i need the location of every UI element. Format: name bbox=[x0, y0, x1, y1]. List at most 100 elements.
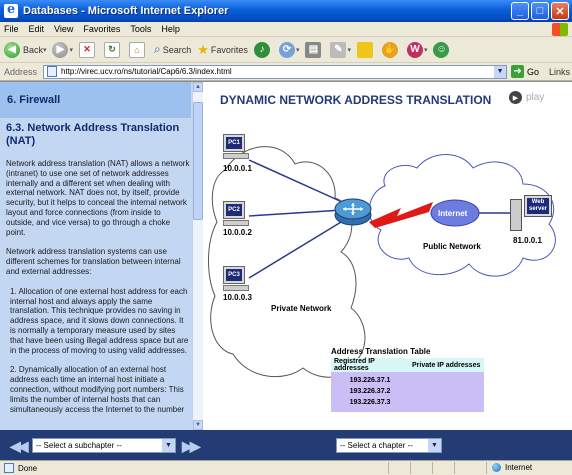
pc3-name: PC3 bbox=[226, 269, 242, 281]
next-icon[interactable]: ▶▶ bbox=[182, 438, 200, 455]
address-label: Address bbox=[4, 66, 38, 77]
go-arrow-icon: ➜ bbox=[511, 65, 525, 78]
pc3-ip: 10.0.0.3 bbox=[223, 293, 252, 302]
page-icon bbox=[47, 66, 58, 77]
messenger-icon: ✋ bbox=[381, 41, 398, 58]
printer-icon: ▤ bbox=[305, 41, 322, 58]
history-dropdown-icon[interactable]: ▾ bbox=[296, 46, 300, 54]
private-network-label: Private Network bbox=[271, 304, 332, 313]
menu-favorites[interactable]: Favorites bbox=[83, 24, 120, 34]
address-url[interactable]: http://virec.ucv.ro/ns/tutorial/Cap6/6.3… bbox=[61, 67, 232, 76]
table-row: 193.226.37.3 bbox=[331, 397, 484, 408]
scroll-up-icon[interactable]: ▲ bbox=[193, 82, 203, 92]
home-button[interactable]: ⌂ bbox=[129, 41, 148, 58]
status-text: Done bbox=[18, 463, 38, 473]
registered-ip: 193.226.37.1 bbox=[349, 377, 391, 384]
forward-arrow-icon: ▶ bbox=[52, 41, 69, 58]
header-private: Private IP addresses bbox=[412, 361, 481, 369]
folder-button[interactable] bbox=[356, 41, 376, 58]
registered-ip: 193.226.37.3 bbox=[349, 399, 391, 406]
registered-ip: 193.226.37.2 bbox=[349, 388, 391, 395]
edit-button[interactable]: ✎ ▾ bbox=[330, 41, 351, 58]
left-scrollbar[interactable]: ▲ ▼ bbox=[192, 82, 203, 430]
zone-label: Internet bbox=[505, 463, 533, 472]
star-icon: ★ bbox=[197, 41, 209, 57]
research-button[interactable]: W ▾ bbox=[406, 41, 428, 58]
refresh-icon: ↻ bbox=[104, 41, 120, 58]
users-button[interactable]: ☺ bbox=[433, 41, 452, 58]
subchapter-select-value: -- Select a subchapter -- bbox=[36, 441, 122, 450]
favorites-label: Favorites bbox=[210, 44, 248, 55]
edit-icon: ✎ bbox=[330, 41, 347, 58]
wan-link-icon bbox=[369, 202, 433, 228]
print-button[interactable]: ▤ bbox=[305, 41, 324, 58]
menu-help[interactable]: Help bbox=[161, 24, 180, 34]
paragraph: 1. Allocation of one external host addre… bbox=[10, 286, 189, 355]
go-label: Go bbox=[527, 66, 540, 77]
private-network-cloud bbox=[208, 146, 366, 378]
pc1-name: PC1 bbox=[226, 137, 242, 149]
users-icon: ☺ bbox=[433, 41, 450, 58]
translation-table-title: Address Translation Table bbox=[331, 347, 431, 356]
back-label: Back bbox=[23, 44, 44, 55]
chapter-dropdown-icon[interactable]: ▼ bbox=[428, 439, 441, 452]
previous-icon[interactable]: ◀◀ bbox=[10, 438, 28, 455]
page-done-icon bbox=[4, 463, 14, 473]
server-label-line2: server bbox=[528, 206, 548, 212]
translation-table: Registred IP addresses Private IP addres… bbox=[331, 358, 484, 412]
go-button[interactable]: ➜ Go bbox=[511, 65, 539, 78]
header-registered: Registred IP addresses bbox=[334, 358, 375, 372]
close-button[interactable]: ✕ bbox=[551, 2, 569, 20]
history-button[interactable]: ⟳ ▾ bbox=[278, 41, 300, 58]
pc2-name: PC2 bbox=[226, 204, 242, 216]
media-button[interactable]: ♪ bbox=[253, 41, 273, 58]
chapter-heading: 6. Firewall bbox=[0, 82, 191, 118]
section-body: Network address translation (NAT) allows… bbox=[6, 159, 190, 424]
menu-bar: File Edit View Favorites Tools Help bbox=[0, 22, 572, 37]
internet-label: Internet bbox=[438, 209, 468, 218]
scroll-thumb[interactable] bbox=[193, 102, 203, 220]
subchapter-select[interactable]: -- Select a subchapter -- ▼ bbox=[32, 438, 176, 453]
link-pc3-router bbox=[248, 215, 352, 279]
paragraph: 2. Dynamically allocation of an external… bbox=[10, 365, 185, 414]
back-button[interactable]: ◀ Back ▾ bbox=[4, 41, 47, 58]
paragraph: Network address translation systems can … bbox=[6, 247, 181, 276]
menu-edit[interactable]: Edit bbox=[29, 24, 45, 34]
chapter-select[interactable]: -- Select a chapter -- ▼ bbox=[336, 438, 442, 453]
title-bar: Databases - Microsoft Internet Explorer … bbox=[0, 0, 572, 22]
status-bar: Done Internet bbox=[0, 460, 572, 475]
favorites-button[interactable]: ★ Favorites bbox=[197, 42, 248, 58]
edit-dropdown-icon[interactable]: ▾ bbox=[347, 46, 351, 54]
windows-logo-icon bbox=[552, 23, 568, 36]
back-arrow-icon: ◀ bbox=[4, 41, 20, 58]
research-dropdown-icon[interactable]: ▾ bbox=[424, 46, 428, 54]
link-pc2-router bbox=[248, 209, 344, 217]
menu-file[interactable]: File bbox=[4, 24, 19, 34]
forward-dropdown-icon[interactable]: ▾ bbox=[69, 46, 73, 54]
left-frame: 6. Firewall 6.3. Network Address Transla… bbox=[0, 82, 203, 430]
research-icon: W bbox=[406, 41, 423, 58]
links-button[interactable]: Links bbox=[549, 67, 570, 77]
address-input[interactable]: http://virec.ucv.ro/ns/tutorial/Cap6/6.3… bbox=[43, 64, 508, 79]
link-pc1-router bbox=[248, 159, 352, 207]
address-dropdown-icon[interactable]: ▼ bbox=[494, 65, 507, 78]
subchapter-dropdown-icon[interactable]: ▼ bbox=[162, 439, 175, 452]
back-dropdown-icon[interactable]: ▾ bbox=[41, 46, 47, 54]
scroll-down-icon[interactable]: ▼ bbox=[193, 420, 203, 430]
ie-icon bbox=[4, 2, 18, 18]
maximize-button[interactable]: □ bbox=[531, 2, 549, 20]
pc1-icon: PC1 bbox=[223, 134, 249, 161]
refresh-button[interactable]: ↻ bbox=[104, 41, 123, 58]
home-icon: ⌂ bbox=[129, 41, 145, 58]
security-zone: Internet bbox=[492, 463, 532, 472]
table-body: 193.226.37.1 193.226.37.2 193.226.37.3 bbox=[331, 372, 484, 412]
minimize-button[interactable]: _ bbox=[511, 2, 529, 20]
search-button[interactable]: ⌕ Search bbox=[154, 42, 191, 57]
pc3-icon: PC3 bbox=[223, 266, 249, 293]
table-row: 193.226.37.1 bbox=[331, 375, 484, 386]
forward-button[interactable]: ▶ ▾ bbox=[52, 41, 73, 58]
stop-button[interactable]: ✕ bbox=[79, 41, 98, 58]
messenger-button[interactable]: ✋ bbox=[381, 41, 401, 58]
menu-view[interactable]: View bbox=[54, 24, 73, 34]
menu-tools[interactable]: Tools bbox=[130, 24, 151, 34]
